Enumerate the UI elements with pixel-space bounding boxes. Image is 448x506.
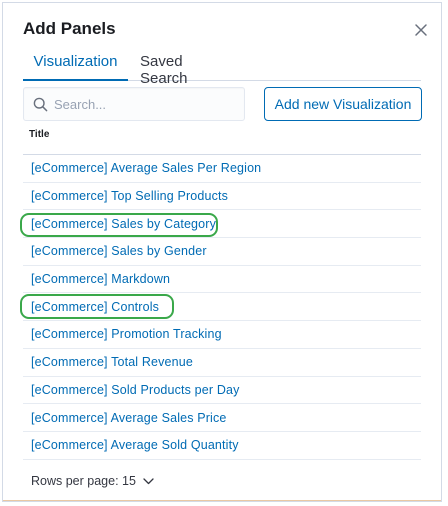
- list-item-link[interactable]: [eCommerce] Markdown: [31, 272, 170, 286]
- list-item-link[interactable]: [eCommerce] Sales by Category: [31, 217, 216, 231]
- list-item-link[interactable]: [eCommerce] Promotion Tracking: [31, 327, 222, 341]
- tab-saved-search[interactable]: Saved Search: [140, 47, 232, 87]
- list-item: [eCommerce] Total Revenue: [23, 349, 421, 377]
- bottom-edge: [3, 500, 441, 501]
- list-item: [eCommerce] Sales by Category: [23, 210, 421, 239]
- list-item: [eCommerce] Average Sold Quantity: [23, 432, 421, 460]
- list-item: [eCommerce] Sales by Gender: [23, 238, 421, 266]
- close-icon[interactable]: [414, 23, 428, 37]
- list-item: [eCommerce] Promotion Tracking: [23, 321, 421, 349]
- list-item-link[interactable]: [eCommerce] Controls: [31, 300, 159, 314]
- tabs: Visualization Saved Search: [23, 47, 421, 87]
- rows-per-page-label: Rows per page: 15: [31, 474, 136, 488]
- list-item: [eCommerce] Sold Products per Day: [23, 377, 421, 405]
- list-item-link[interactable]: [eCommerce] Top Selling Products: [31, 189, 228, 203]
- visualization-list: [eCommerce] Average Sales Per Region [eC…: [23, 155, 421, 460]
- column-header-title[interactable]: Title: [29, 129, 49, 140]
- list-item: [eCommerce] Average Sales Price: [23, 404, 421, 432]
- rows-per-page-selector[interactable]: Rows per page: 15: [31, 474, 154, 488]
- search-icon: [33, 97, 48, 112]
- list-item: [eCommerce] Controls: [23, 293, 421, 322]
- add-panels-flyout: Add Panels Visualization Saved Search Ad…: [2, 2, 442, 502]
- list-item-link[interactable]: [eCommerce] Sales by Gender: [31, 244, 207, 258]
- tab-visualization[interactable]: Visualization: [23, 47, 128, 81]
- list-item: [eCommerce] Top Selling Products: [23, 183, 421, 211]
- search-field[interactable]: [23, 87, 245, 121]
- list-item-link[interactable]: [eCommerce] Average Sales Price: [31, 411, 226, 425]
- list-item: [eCommerce] Markdown: [23, 266, 421, 294]
- add-new-visualization-button[interactable]: Add new Visualization: [264, 87, 422, 121]
- chevron-down-icon: [143, 477, 154, 484]
- list-item: [eCommerce] Average Sales Per Region: [23, 155, 421, 183]
- list-item-link[interactable]: [eCommerce] Sold Products per Day: [31, 383, 240, 397]
- search-input[interactable]: [54, 88, 239, 120]
- list-item-link[interactable]: [eCommerce] Average Sales Per Region: [31, 161, 261, 175]
- flyout-title: Add Panels: [23, 19, 116, 38]
- list-item-link[interactable]: [eCommerce] Average Sold Quantity: [31, 438, 239, 452]
- list-item-link[interactable]: [eCommerce] Total Revenue: [31, 355, 193, 369]
